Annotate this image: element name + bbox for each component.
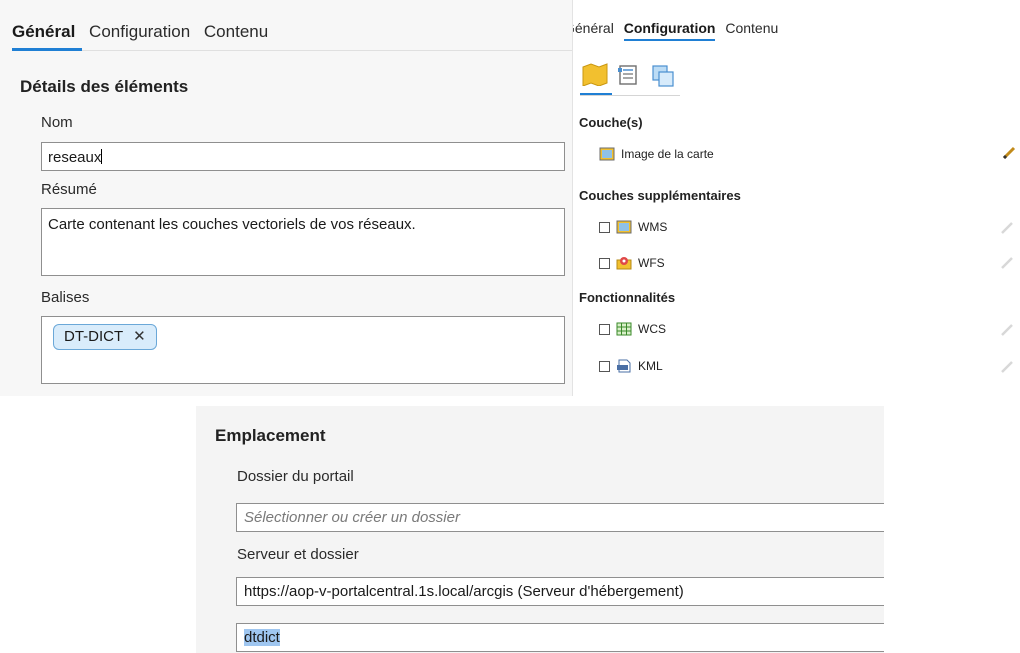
properties-icon[interactable] [617, 64, 641, 86]
portal-folder-input[interactable]: Sélectionner ou créer un dossier [236, 503, 884, 532]
text-cursor [101, 149, 103, 164]
name-input[interactable]: reseaux [41, 142, 565, 171]
edit-pencil-icon[interactable] [1000, 360, 1014, 374]
active-tab-indicator [12, 48, 82, 51]
right-tab-bar: Général Configuration Contenu [573, 20, 784, 41]
wfs-checkbox[interactable] [599, 257, 610, 269]
map-image-icon [599, 147, 615, 161]
server-folder-input[interactable]: dtdict [236, 623, 884, 652]
configuration-panel: Général Configuration Contenu Couche(s) … [573, 0, 1020, 396]
summary-value: Carte contenant les couches vectoriels d… [48, 216, 416, 233]
server-select[interactable]: https://aop-v-portalcentral.1s.local/arc… [236, 577, 884, 606]
wcs-row: WCS [599, 322, 666, 336]
wms-label: WMS [638, 220, 668, 234]
tags-label: Balises [41, 289, 90, 306]
tag-chip[interactable]: DT-DICT ✕ [53, 324, 157, 350]
kml-checkbox[interactable] [599, 360, 610, 372]
layers-group-title: Couche(s) [579, 115, 643, 130]
edit-pencil-icon[interactable] [1000, 323, 1014, 337]
edit-pencil-icon[interactable] [1002, 146, 1016, 160]
name-label: Nom [41, 114, 73, 131]
icon-tab-divider [580, 95, 680, 96]
tab-configuration[interactable]: Configuration [89, 22, 190, 41]
server-folder-value: dtdict [244, 629, 280, 646]
wfs-icon [616, 257, 632, 270]
layers-icon[interactable] [651, 64, 677, 88]
tags-input[interactable]: DT-DICT ✕ [41, 316, 565, 384]
map-icon[interactable] [581, 62, 609, 86]
kml-file-icon [617, 359, 631, 373]
item-details-title: Détails des éléments [20, 77, 189, 96]
tab-divider [12, 48, 572, 51]
summary-textarea[interactable]: Carte contenant les couches vectoriels d… [41, 208, 565, 276]
kml-row: KML [599, 359, 663, 373]
server-value: https://aop-v-portalcentral.1s.local/arc… [244, 583, 684, 600]
tag-remove-icon[interactable]: ✕ [133, 328, 146, 345]
kml-label: KML [638, 359, 663, 373]
portal-folder-placeholder: Sélectionner ou créer un dossier [244, 509, 460, 526]
wcs-label: WCS [638, 322, 666, 336]
server-folder-label: Serveur et dossier [237, 546, 359, 563]
location-title: Emplacement [215, 426, 326, 445]
map-image-label: Image de la carte [621, 147, 714, 161]
map-image-row[interactable]: Image de la carte [599, 147, 714, 161]
tab-general[interactable]: Général [12, 22, 75, 41]
wcs-checkbox[interactable] [599, 323, 610, 335]
location-panel: Emplacement Dossier du portail Sélection… [196, 406, 884, 653]
additional-layers-group-title: Couches supplémentaires [579, 188, 741, 203]
wms-row: WMS [599, 220, 667, 234]
tab-content[interactable]: Contenu [725, 20, 778, 36]
wfs-row: WFS [599, 256, 665, 270]
capabilities-group-title: Fonctionnalités [579, 290, 676, 305]
tab-content[interactable]: Contenu [204, 22, 268, 41]
tag-chip-label: DT-DICT [64, 328, 124, 345]
tab-configuration[interactable]: Configuration [623, 20, 716, 41]
left-tab-bar: Général Configuration Contenu [12, 22, 277, 42]
edit-pencil-icon[interactable] [1000, 256, 1014, 270]
wms-icon [616, 220, 632, 234]
wms-checkbox[interactable] [599, 221, 610, 233]
general-panel: Général Configuration Contenu Détails de… [0, 0, 573, 396]
name-value: reseaux [48, 149, 102, 166]
portal-folder-label: Dossier du portail [237, 468, 354, 485]
summary-label: Résumé [41, 181, 97, 198]
wfs-label: WFS [638, 256, 665, 270]
wcs-grid-icon [616, 322, 632, 336]
tab-general[interactable]: Général [573, 20, 614, 36]
edit-pencil-icon[interactable] [1000, 221, 1014, 235]
